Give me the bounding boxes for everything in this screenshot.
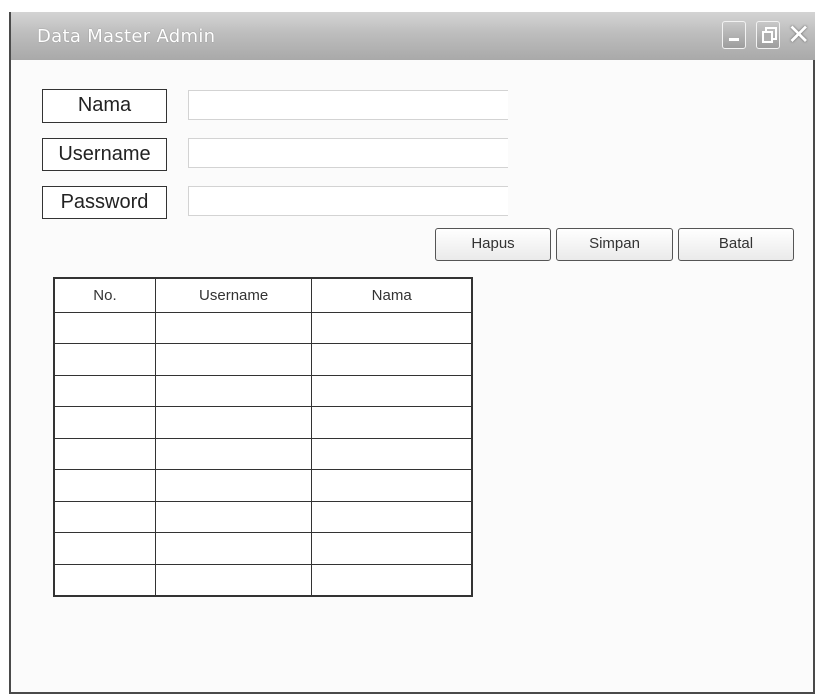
cell-username — [154, 532, 313, 565]
admin-table: No. Username Nama — [53, 277, 473, 597]
cell-nama — [311, 469, 473, 502]
cell-no — [53, 374, 156, 407]
password-field[interactable] — [188, 186, 508, 216]
table-header-row: No. Username Nama — [53, 277, 473, 313]
cell-nama — [311, 374, 473, 407]
cell-username — [154, 563, 313, 596]
cell-no — [53, 311, 156, 344]
cell-username — [154, 469, 313, 502]
table-row[interactable] — [53, 343, 473, 376]
close-icon: ✕ — [787, 18, 811, 51]
cell-username — [154, 437, 313, 470]
column-header-username[interactable]: Username — [154, 277, 313, 313]
cell-username — [154, 374, 313, 407]
table-row[interactable] — [53, 374, 473, 407]
cell-nama — [311, 343, 473, 376]
cell-no — [53, 500, 156, 533]
cell-username — [154, 343, 313, 376]
nama-field[interactable] — [188, 90, 508, 120]
table-row[interactable] — [53, 437, 473, 470]
table-row[interactable] — [53, 532, 473, 565]
cell-username — [154, 311, 313, 344]
cell-nama — [311, 532, 473, 565]
cell-nama — [311, 406, 473, 439]
cell-nama — [311, 500, 473, 533]
maximize-button[interactable] — [756, 21, 780, 49]
cell-nama — [311, 437, 473, 470]
batal-button[interactable]: Batal — [678, 228, 794, 261]
close-button[interactable]: ✕ — [787, 18, 811, 51]
table-row[interactable] — [53, 406, 473, 439]
table-row[interactable] — [53, 500, 473, 533]
password-label: Password — [42, 186, 167, 219]
table-row[interactable] — [53, 563, 473, 596]
cell-username — [154, 500, 313, 533]
cell-nama — [311, 563, 473, 596]
cell-no — [53, 469, 156, 502]
nama-label: Nama — [42, 89, 167, 123]
simpan-button[interactable]: Simpan — [556, 228, 673, 261]
column-header-nama[interactable]: Nama — [311, 277, 473, 313]
restore-back-icon — [762, 31, 773, 43]
cell-nama — [311, 311, 473, 344]
cell-no — [53, 406, 156, 439]
table-row[interactable] — [53, 311, 473, 344]
minimize-button[interactable] — [722, 21, 746, 49]
hapus-button[interactable]: Hapus — [435, 228, 551, 261]
table-row[interactable] — [53, 469, 473, 502]
cell-no — [53, 343, 156, 376]
cell-no — [53, 437, 156, 470]
minimize-icon — [729, 38, 739, 41]
cell-no — [53, 532, 156, 565]
column-header-no[interactable]: No. — [53, 277, 156, 313]
cell-username — [154, 406, 313, 439]
admin-window: Data Master Admin ✕ Nama Username Passwo… — [9, 12, 815, 694]
username-label: Username — [42, 138, 167, 171]
title-bar[interactable]: Data Master Admin ✕ — [11, 12, 815, 60]
username-field[interactable] — [188, 138, 508, 168]
window-title: Data Master Admin — [37, 26, 216, 47]
cell-no — [53, 563, 156, 596]
